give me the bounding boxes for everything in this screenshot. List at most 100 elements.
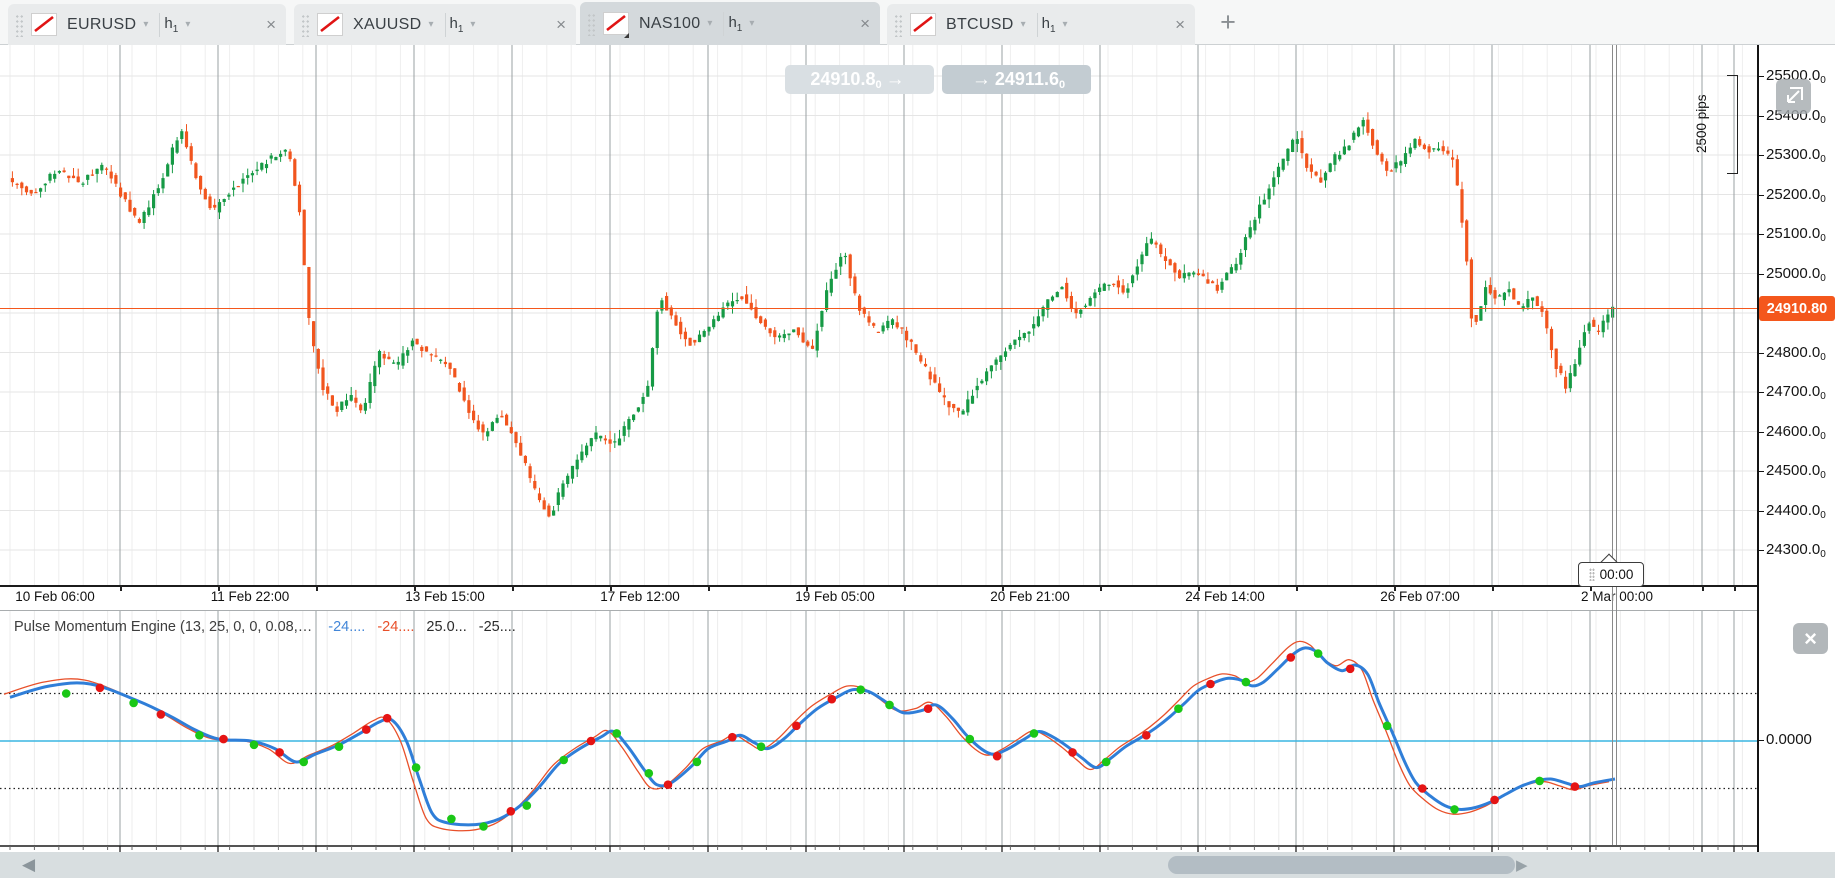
price-tick xyxy=(1759,155,1764,156)
trading-platform-window: + EURUSD▾h1▾×XAUUSD▾h1▾×NAS100▾h1▾×BTCUS… xyxy=(0,0,1835,882)
pips-measurement-label: 2500 pips xyxy=(1694,75,1709,172)
main-chart-panel[interactable]: 24910.80→ →24911.60 2500 pips 00:00 xyxy=(0,45,1757,587)
current-price-line xyxy=(0,308,1757,309)
close-tab-icon[interactable]: × xyxy=(252,15,276,35)
drag-grip-icon xyxy=(300,13,309,37)
crosshair-time-label[interactable]: 00:00 xyxy=(1578,562,1644,587)
price-tick xyxy=(1759,76,1764,77)
close-tab-icon[interactable]: × xyxy=(846,14,870,34)
price-axis-label: 25300.00 xyxy=(1766,146,1826,165)
price-axis-label: 24400.00 xyxy=(1766,502,1826,521)
time-tick xyxy=(1296,585,1298,591)
time-tick xyxy=(218,585,220,591)
chart-line-icon xyxy=(317,13,343,36)
time-tick xyxy=(806,585,808,591)
time-axis-label: 17 Feb 12:00 xyxy=(600,589,680,604)
price-tick xyxy=(1759,234,1764,235)
price-axis-label: 24700.00 xyxy=(1766,383,1826,402)
chevron-down-icon[interactable]: ▾ xyxy=(749,18,754,29)
time-tick xyxy=(1198,585,1200,591)
time-axis-label: 13 Feb 15:00 xyxy=(405,589,485,604)
time-tick xyxy=(120,585,122,591)
time-axis-label: 19 Feb 05:00 xyxy=(795,589,875,604)
time-tick xyxy=(512,585,514,591)
chevron-down-icon[interactable]: ▾ xyxy=(470,19,475,30)
price-axis-label: 24300.00 xyxy=(1766,541,1826,560)
tab-symbol: NAS100 xyxy=(639,15,700,33)
time-tick xyxy=(1734,585,1736,591)
price-tick xyxy=(1759,116,1764,117)
candlestick-chart[interactable] xyxy=(0,45,1757,585)
scroll-right-arrow-icon[interactable]: ▶ xyxy=(1516,856,1528,874)
time-tick xyxy=(1702,585,1704,591)
timeframe-label[interactable]: h1 xyxy=(728,14,742,34)
price-axis-label: 24500.00 xyxy=(1766,462,1826,481)
chart-scrollbar[interactable]: ◀ ▶ xyxy=(0,852,1835,878)
price-tick xyxy=(1759,392,1764,393)
price-tick xyxy=(1759,550,1764,551)
price-axis-label: 24600.00 xyxy=(1766,423,1826,442)
timeframe-label[interactable]: h1 xyxy=(164,15,178,35)
time-axis-label: 20 Feb 21:00 xyxy=(990,589,1070,604)
zero-tick xyxy=(1759,740,1764,741)
buy-arrow-icon: → xyxy=(968,69,995,91)
tab-symbol: XAUUSD xyxy=(353,16,421,34)
oscillator-chart[interactable] xyxy=(0,611,1757,852)
price-tick xyxy=(1759,511,1764,512)
price-axis-label: 24800.00 xyxy=(1766,344,1826,363)
time-tick xyxy=(1002,585,1004,591)
time-axis-label: 24 Feb 14:00 xyxy=(1185,589,1265,604)
sell-arrow-icon: → xyxy=(882,69,909,91)
drag-grip-icon xyxy=(586,12,595,36)
indicator-close-button[interactable]: × xyxy=(1793,623,1828,654)
chart-tab-xauusd[interactable]: XAUUSD ▾ h1 ▾ × xyxy=(294,4,576,45)
chart-tab-btcusd[interactable]: BTCUSD ▾ h1 ▾ × xyxy=(887,4,1195,45)
time-axis-label: 2 Mar 00:00 xyxy=(1581,589,1653,604)
scroll-left-arrow-icon[interactable]: ◀ xyxy=(22,855,35,875)
chart-line-icon xyxy=(910,13,936,36)
price-tick xyxy=(1759,471,1764,472)
chevron-down-icon[interactable]: ▾ xyxy=(1063,19,1068,30)
indicator-panel[interactable]: Pulse Momentum Engine (13, 25, 0, 0, 0.0… xyxy=(0,610,1757,852)
price-axis[interactable]: 24910.80 0.0000 × 25500.0025400.0025300.… xyxy=(1757,45,1835,852)
chart-tab-nas100[interactable]: NAS100 ▾ h1 ▾ × xyxy=(580,2,880,45)
time-tick xyxy=(708,585,710,591)
indicator-parameter-value: 25.0... xyxy=(426,619,466,635)
chevron-down-icon[interactable]: ▾ xyxy=(185,19,190,30)
price-axis-label: 25000.00 xyxy=(1766,265,1826,284)
indicator-title: Pulse Momentum Engine (13, 25, 0, 0, 0.0… xyxy=(14,619,312,635)
price-tick xyxy=(1759,353,1764,354)
chevron-down-icon[interactable]: ▾ xyxy=(143,19,148,30)
time-tick xyxy=(414,585,416,591)
price-tick xyxy=(1759,195,1764,196)
price-axis-label: 25200.00 xyxy=(1766,186,1826,205)
ask-price: 24911.6 xyxy=(995,69,1059,90)
chart-tab-eurusd[interactable]: EURUSD ▾ h1 ▾ × xyxy=(8,4,286,45)
price-axis-label: 25100.00 xyxy=(1766,225,1826,244)
chevron-down-icon[interactable]: ▾ xyxy=(1021,19,1026,30)
drag-grip-icon xyxy=(14,13,23,37)
current-price-tag: 24910.80 xyxy=(1759,296,1835,321)
tab-symbol: BTCUSD xyxy=(946,16,1014,34)
time-tick xyxy=(1492,585,1494,591)
chart-tab-bar: + EURUSD▾h1▾×XAUUSD▾h1▾×NAS100▾h1▾×BTCUS… xyxy=(0,0,1835,45)
new-chart-tab-button[interactable]: + xyxy=(1210,6,1246,40)
time-axis[interactable]: 10 Feb 06:0011 Feb 22:0013 Feb 15:0017 F… xyxy=(0,587,1757,610)
timeframe-label[interactable]: h1 xyxy=(1042,15,1056,35)
scale-to-fit-icon[interactable] xyxy=(1776,79,1811,114)
close-tab-icon[interactable]: × xyxy=(542,15,566,35)
tab-symbol: EURUSD xyxy=(67,16,136,34)
close-tab-icon[interactable]: × xyxy=(1161,15,1185,35)
timeframe-label[interactable]: h1 xyxy=(450,15,464,35)
time-tick xyxy=(904,585,906,591)
indicator-parameter-value: -24.... xyxy=(377,619,414,635)
crosshair-line xyxy=(1616,45,1617,845)
sell-quote-button[interactable]: 24910.80→ xyxy=(785,65,934,94)
chevron-down-icon[interactable]: ▾ xyxy=(707,18,712,29)
buy-quote-button[interactable]: →24911.60 xyxy=(942,65,1091,94)
indicator-parameter-value: -25.... xyxy=(479,619,516,635)
scrollbar-thumb[interactable] xyxy=(1168,856,1515,874)
crosshair-line xyxy=(1612,45,1613,845)
price-tick xyxy=(1759,432,1764,433)
chevron-down-icon[interactable]: ▾ xyxy=(428,19,433,30)
